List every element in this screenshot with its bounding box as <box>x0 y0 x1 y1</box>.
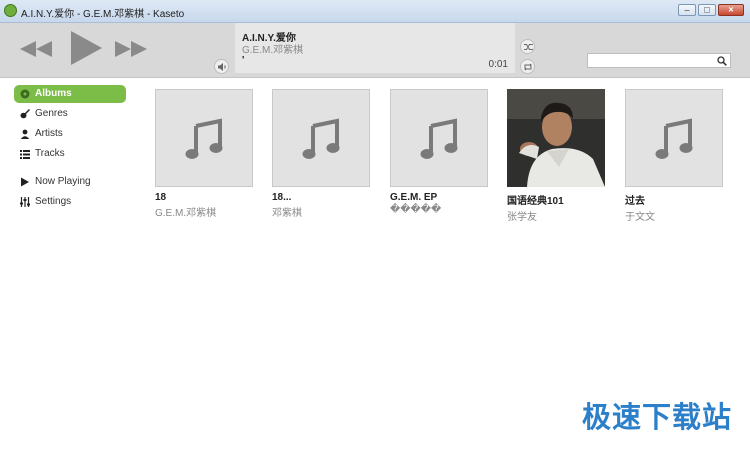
album-cover-photo[interactable] <box>507 89 605 187</box>
volume-button[interactable] <box>214 59 229 74</box>
album-title: 18 <box>155 192 167 203</box>
watermark-logo: 极速下载站 <box>581 400 732 434</box>
sidebar-item-albums[interactable]: Albums <box>14 85 126 103</box>
album-cover[interactable] <box>390 89 488 187</box>
album-tile[interactable]: 18 G.E.M.邓紫棋 <box>155 89 253 219</box>
previous-button[interactable] <box>18 31 54 70</box>
window-controls: – □ × <box>678 4 744 16</box>
sidebar-item-label: Artists <box>35 128 63 139</box>
now-playing-artist: G.E.M.邓紫棋 <box>242 45 304 56</box>
sidebar-item-settings[interactable]: Settings <box>14 193 126 211</box>
album-title: 过去 <box>625 196 645 207</box>
album-tile[interactable]: 过去 于文文 <box>625 89 723 223</box>
sidebar-item-label: Albums <box>35 88 72 99</box>
album-artist: ����� <box>390 204 442 215</box>
window-title: A.I.N.Y.爱你 - G.E.M.邓紫棋 - Kaseto <box>21 9 185 20</box>
search-input[interactable] <box>591 55 715 68</box>
rewind-icon <box>20 41 52 57</box>
album-artist: G.E.M.邓紫棋 <box>155 208 217 219</box>
player-bar: A.I.N.Y.爱你 G.E.M.邓紫棋 ' 0:01 <box>0 23 750 78</box>
shuffle-icon <box>524 43 533 51</box>
repeat-icon <box>524 63 532 71</box>
album-title: 国语经典101 <box>507 196 564 207</box>
disc-icon <box>20 89 30 99</box>
album-title: G.E.M. EP <box>390 192 438 203</box>
close-button[interactable]: × <box>718 4 744 16</box>
play-icon <box>21 177 29 187</box>
maximize-icon: □ <box>704 4 710 15</box>
album-tile[interactable]: 国语经典101 张学友 <box>507 89 605 223</box>
progress-marker[interactable]: ' <box>242 55 244 66</box>
sidebar-item-label: Genres <box>35 108 68 119</box>
sidebar-item-label: Now Playing <box>35 176 91 187</box>
album-artist: 张学友 <box>507 212 537 223</box>
sidebar-item-tracks[interactable]: Tracks <box>14 145 126 163</box>
music-note-icon <box>420 118 458 159</box>
sidebar-item-artists[interactable]: Artists <box>14 125 126 143</box>
list-icon <box>20 150 30 159</box>
now-playing-panel: A.I.N.Y.爱你 G.E.M.邓紫棋 ' 0:01 <box>235 23 515 73</box>
sidebar-item-genres[interactable]: Genres <box>14 105 126 123</box>
app-icon <box>4 4 17 17</box>
sidebar-item-now-playing[interactable]: Now Playing <box>14 173 126 191</box>
sidebar-item-label: Tracks <box>35 148 65 159</box>
guitar-icon <box>20 109 30 119</box>
album-artist: 邓紫棋 <box>272 208 302 219</box>
album-artist: 于文文 <box>625 212 655 223</box>
next-button[interactable] <box>113 31 149 70</box>
music-note-icon <box>185 118 223 159</box>
album-cover[interactable] <box>155 89 253 187</box>
play-icon <box>71 31 102 65</box>
maximize-button[interactable]: □ <box>698 4 716 16</box>
repeat-button[interactable] <box>520 59 535 74</box>
album-tile[interactable]: 18... 邓紫棋 <box>272 89 370 219</box>
fast-forward-icon <box>115 41 147 57</box>
shuffle-button[interactable] <box>520 39 535 54</box>
sidebar-item-label: Settings <box>35 196 72 207</box>
sliders-icon <box>20 197 30 207</box>
album-title: 18... <box>272 192 292 203</box>
album-cover[interactable] <box>625 89 723 187</box>
album-tile[interactable]: G.E.M. EP ����� <box>390 89 488 215</box>
music-note-icon <box>655 118 693 159</box>
search-icon[interactable] <box>717 56 727 66</box>
elapsed-time: 0:01 <box>488 59 508 70</box>
minimize-button[interactable]: – <box>678 4 696 16</box>
close-icon: × <box>728 4 734 15</box>
play-button[interactable] <box>68 28 104 71</box>
title-bar: A.I.N.Y.爱你 - G.E.M.邓紫棋 - Kaseto – □ × <box>0 0 750 23</box>
search-box <box>587 53 731 68</box>
portrait-image <box>507 89 605 187</box>
album-cover[interactable] <box>272 89 370 187</box>
person-icon <box>20 129 30 139</box>
music-note-icon <box>302 118 340 159</box>
minimize-icon: – <box>684 4 690 15</box>
speaker-icon <box>218 63 226 71</box>
